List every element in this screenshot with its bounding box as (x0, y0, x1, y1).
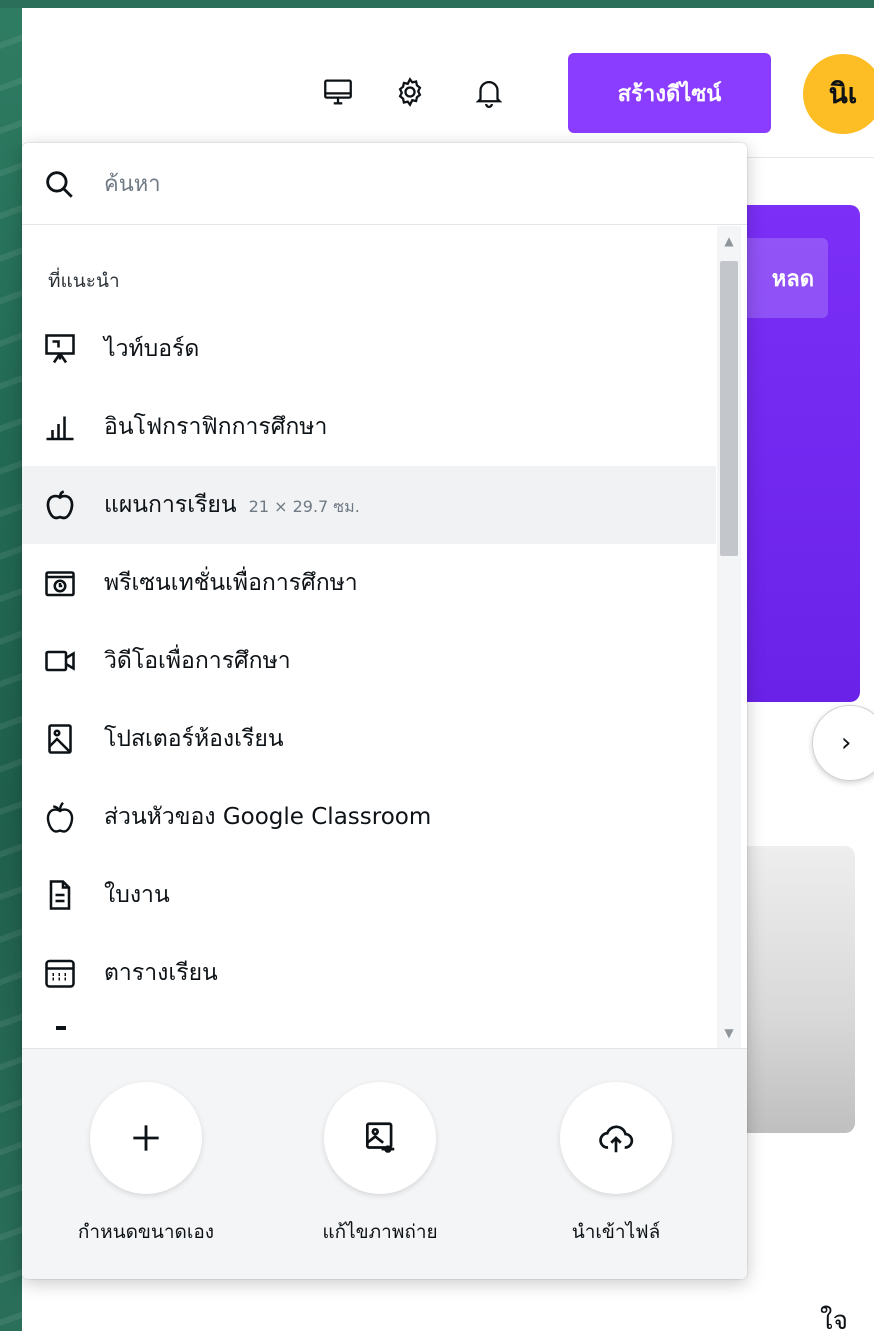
search-input[interactable] (104, 163, 704, 205)
top-bar: สร้างดีไซน์ นิเ (22, 8, 874, 158)
desktop-icon[interactable] (318, 72, 358, 112)
document-icon (40, 875, 80, 915)
partial-text: ใจ (820, 1306, 848, 1331)
upload-file-action[interactable]: นำเข้าไฟล์ (492, 1049, 712, 1279)
edit-photo-button[interactable] (324, 1082, 436, 1194)
calendar-icon (40, 953, 80, 993)
menu-item-label: แผนการเรียน 21 × 29.7 ซม. (104, 492, 360, 518)
edit-photo-icon (365, 1122, 395, 1153)
menu-item-label: วิดีโอเพื่อการศึกษา (104, 648, 291, 674)
menu-item-label: พรีเซนเทชั่นเพื่อการศึกษา (104, 570, 358, 596)
search-bar (22, 143, 747, 225)
create-design-dropdown: ที่แนะนำ ไวท์บอร์ด (22, 143, 747, 1279)
section-heading: ที่แนะนำ (48, 270, 120, 292)
quick-actions: กำหนดขนาดเอง แก้ไขภาพถ่าย นำเข้าไฟล์ (22, 1048, 747, 1279)
menu-item-label: ใบงาน (104, 882, 170, 908)
custom-size-button[interactable] (90, 1082, 202, 1194)
scroll-down-arrow-icon[interactable]: ▼ (720, 1024, 738, 1042)
menu-item-partial[interactable] (22, 1012, 716, 1048)
chevron-right-icon: › (841, 728, 852, 758)
menu-item-class-schedule[interactable]: ตารางเรียน (22, 934, 716, 1012)
gear-icon[interactable] (390, 72, 430, 112)
scroll-thumb[interactable] (720, 261, 738, 556)
desktop-wallpaper (0, 0, 22, 1331)
action-label: แก้ไขภาพถ่าย (322, 1221, 438, 1243)
bar-chart-icon (40, 407, 80, 447)
whiteboard-icon (40, 329, 80, 369)
scroll-up-arrow-icon[interactable]: ▲ (720, 232, 738, 250)
dimension-text: 21 × 29.7 ซม. (248, 497, 360, 516)
carousel-next-button[interactable]: › (812, 705, 874, 781)
bell-icon[interactable] (469, 72, 509, 112)
menu-item-edu-infographic[interactable]: อินโฟกราฟิกการศึกษา (22, 388, 716, 466)
cloud-upload-icon (599, 1125, 634, 1153)
menu-item-whiteboard[interactable]: ไวท์บอร์ด (22, 310, 716, 388)
search-icon (46, 171, 73, 198)
menu-item-classroom-poster[interactable]: โปสเตอร์ห้องเรียน (22, 700, 716, 778)
menu-item-label: ไวท์บอร์ด (104, 336, 200, 362)
menu-item-label: ตารางเรียน (104, 960, 218, 986)
upload-file-button[interactable] (560, 1082, 672, 1194)
suggestion-list: ที่แนะนำ ไวท์บอร์ด อินโฟกราฟิกการศึกษา แ… (22, 226, 747, 1048)
menu-item-label: ส่วนหัวของ Google Classroom (104, 804, 432, 830)
action-label: กำหนดขนาดเอง (77, 1221, 215, 1243)
presentation-icon (40, 563, 80, 603)
desktop-wallpaper-top (0, 0, 874, 8)
action-label: นำเข้าไฟล์ (571, 1221, 661, 1243)
menu-item-lesson-plan[interactable]: แผนการเรียน 21 × 29.7 ซม. (22, 466, 716, 544)
custom-size-action[interactable]: กำหนดขนาดเอง (22, 1049, 242, 1279)
menu-item-label: อินโฟกราฟิกการศึกษา (104, 414, 328, 440)
menu-item-edu-presentation[interactable]: พรีเซนเทชั่นเพื่อการศึกษา (22, 544, 716, 622)
partial-icon (56, 1026, 66, 1030)
plus-icon (133, 1125, 159, 1151)
menu-item-edu-video[interactable]: วิดีโอเพื่อการศึกษา (22, 622, 716, 700)
edit-photo-action[interactable]: แก้ไขภาพถ่าย (256, 1049, 476, 1279)
apple-icon (40, 797, 80, 837)
menu-item-google-classroom-header[interactable]: ส่วนหัวของ Google Classroom (22, 778, 716, 856)
menu-item-worksheet[interactable]: ใบงาน (22, 856, 716, 934)
menu-item-label: โปสเตอร์ห้องเรียน (104, 726, 284, 752)
video-camera-icon (40, 641, 80, 681)
create-design-button[interactable]: สร้างดีไซน์ (568, 53, 771, 133)
avatar[interactable]: นิเ (803, 54, 874, 134)
poster-icon (40, 719, 80, 759)
scrollbar[interactable]: ▲ ▼ (717, 226, 741, 1048)
apple-icon (40, 485, 80, 525)
